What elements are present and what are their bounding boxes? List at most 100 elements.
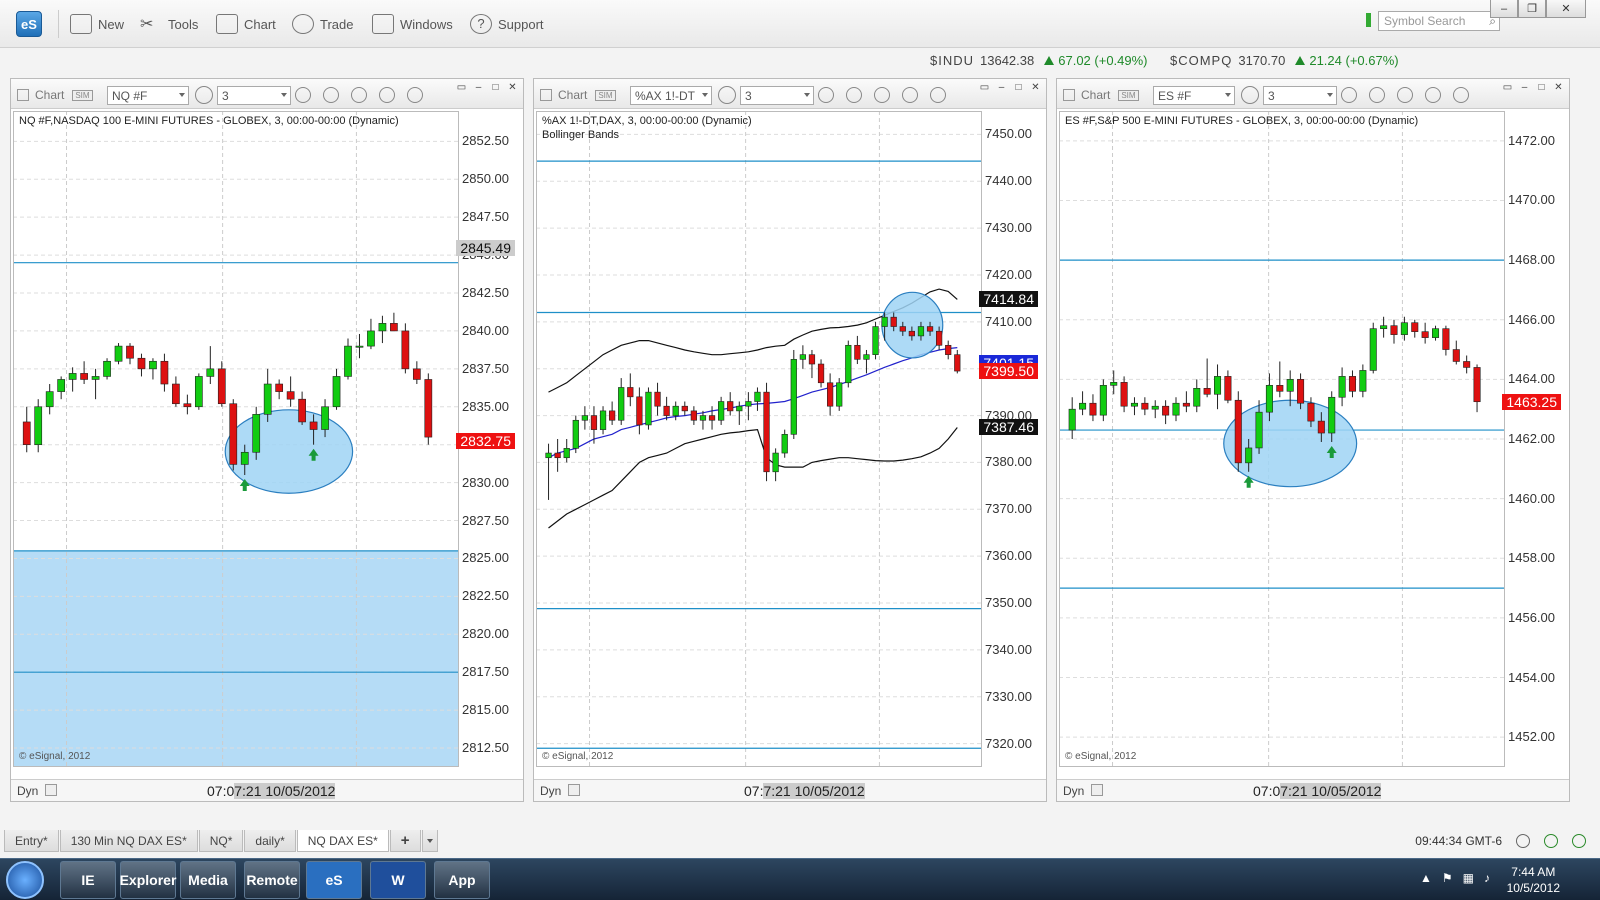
highlight-ellipse[interactable] <box>1223 399 1358 488</box>
play-icon[interactable] <box>1425 87 1441 103</box>
dynamic-toggle[interactable]: Dyn <box>17 784 38 798</box>
price-axis[interactable]: 2852.502850.002847.502845.002842.502840.… <box>456 111 517 767</box>
maximize-button[interactable]: ❐ <box>1518 0 1546 18</box>
interval-combo[interactable]: 3 <box>217 86 291 105</box>
dynamic-toggle[interactable]: Dyn <box>1063 784 1084 798</box>
clock-icon[interactable] <box>1341 87 1357 103</box>
candle <box>1411 319 1419 338</box>
price-axis[interactable]: 1472.00 1470.00 1468.00 1466.00 1464.00 1462.… <box>1502 111 1563 767</box>
windows-button[interactable]: Windows <box>372 12 453 36</box>
settings-icon[interactable] <box>718 86 736 104</box>
price-plot[interactable] <box>536 111 982 767</box>
candle-body <box>1442 328 1450 350</box>
tab-nq[interactable]: NQ* <box>198 830 244 852</box>
price-plot[interactable] <box>13 111 459 767</box>
interval-combo[interactable]: 3 <box>740 86 814 105</box>
tools-button[interactable]: ✂ Tools <box>140 12 198 36</box>
lock-icon[interactable] <box>1091 784 1103 796</box>
candle <box>545 443 552 500</box>
power-icon[interactable] <box>1572 834 1586 848</box>
tab-menu-button[interactable] <box>421 830 438 852</box>
taskbar-word[interactable]: W <box>370 861 426 899</box>
panel-close-button[interactable]: ✕ <box>1550 80 1567 94</box>
settings-icon[interactable] <box>1241 86 1259 104</box>
status-bar: 09:44:34 GMT-6 <box>1415 828 1600 854</box>
panel-link-icon[interactable]: ▭ <box>1499 80 1516 94</box>
network-icon[interactable]: ▦ <box>1463 871 1474 885</box>
study-icon[interactable] <box>1397 87 1413 103</box>
symbol-combo[interactable]: %AX 1!-DT <box>630 86 712 105</box>
ticker-indu[interactable]: $INDU 13642.38 67.02 (+0.49%) <box>930 50 1148 70</box>
taskbar-esignal[interactable]: eS <box>306 861 362 899</box>
pencil-icon[interactable] <box>323 87 339 103</box>
price-plot[interactable] <box>1059 111 1505 767</box>
candle-body <box>91 376 100 380</box>
panel-minimize-button[interactable]: – <box>993 80 1010 94</box>
minimize-button[interactable]: – <box>1490 0 1518 18</box>
price-tick-label: 1452.00 <box>1508 729 1555 745</box>
panel-close-button[interactable]: ✕ <box>504 80 521 94</box>
taskbar-explorer[interactable]: Explorer <box>120 861 176 899</box>
panel-minimize-button[interactable]: – <box>1516 80 1533 94</box>
taskbar-media[interactable]: Media <box>180 861 236 899</box>
tab-nq-dax-es[interactable]: NQ DAX ES* <box>296 830 389 852</box>
panel-maximize-button[interactable]: □ <box>487 80 504 94</box>
panel-link-icon[interactable]: ▭ <box>976 80 993 94</box>
volume-icon[interactable]: ♪ <box>1484 871 1490 885</box>
panel-maximize-button[interactable]: □ <box>1533 80 1550 94</box>
tab-130-min[interactable]: 130 Min NQ DAX ES* <box>59 830 198 852</box>
add-tab-button[interactable]: + <box>389 830 421 852</box>
panel-link-icon[interactable]: ▭ <box>453 80 470 94</box>
esignal-logo[interactable]: eS <box>16 11 42 37</box>
ticker-compq[interactable]: $COMPQ 3170.70 21.24 (+0.67%) <box>1170 50 1399 70</box>
price-axis[interactable]: 7450.007440.007430.007420.007410.007400.… <box>979 111 1040 767</box>
panel-close-button[interactable]: ✕ <box>1027 80 1044 94</box>
tab-entry[interactable]: Entry* <box>4 830 59 852</box>
trade-button[interactable]: Trade <box>292 12 353 36</box>
alert-icon[interactable] <box>1453 87 1469 103</box>
alert-icon[interactable] <box>407 87 423 103</box>
symbol-combo[interactable]: NQ #F <box>107 86 189 105</box>
candle-body <box>1193 388 1201 407</box>
play-icon[interactable] <box>379 87 395 103</box>
alert-icon[interactable] <box>930 87 946 103</box>
support-button[interactable]: ? Support <box>470 12 544 36</box>
taskbar-clock[interactable]: 7:44 AM 10/5/2012 <box>1507 864 1560 896</box>
clock-icon[interactable] <box>295 87 311 103</box>
candle-body <box>672 405 679 416</box>
symbol-search-input[interactable]: Symbol Search ⌕ <box>1378 11 1500 31</box>
panel-maximize-button[interactable]: □ <box>1010 80 1027 94</box>
refresh-icon[interactable] <box>1544 834 1558 848</box>
settings-icon[interactable] <box>195 86 213 104</box>
candle <box>91 368 100 400</box>
play-icon[interactable] <box>902 87 918 103</box>
clock-icon[interactable] <box>1516 834 1530 848</box>
panel-minimize-button[interactable]: – <box>470 80 487 94</box>
candle <box>1193 379 1201 413</box>
taskbar-app[interactable]: App <box>434 861 490 899</box>
lock-icon[interactable] <box>568 784 580 796</box>
candle-body <box>263 383 272 415</box>
close-button[interactable]: ✕ <box>1546 0 1586 18</box>
lock-icon[interactable] <box>45 784 57 796</box>
taskbar-ie[interactable]: IE <box>60 861 116 899</box>
chart-icon <box>216 14 238 34</box>
panel-window-controls: ▭ – □ ✕ <box>453 80 521 94</box>
interval-combo[interactable]: 3 <box>1263 86 1337 105</box>
chart-panel-header: Chart SIM ES #F 3 ▭ – □ ✕ <box>1057 79 1569 109</box>
chart-button[interactable]: Chart <box>216 12 276 36</box>
start-button[interactable] <box>6 861 44 899</box>
clock-icon[interactable] <box>818 87 834 103</box>
study-icon[interactable] <box>351 87 367 103</box>
new-button[interactable]: New <box>70 12 124 36</box>
dynamic-toggle[interactable]: Dyn <box>540 784 561 798</box>
flag-icon[interactable]: ⚑ <box>1442 871 1453 885</box>
study-icon[interactable] <box>874 87 890 103</box>
tab-daily[interactable]: daily* <box>244 830 296 852</box>
symbol-combo[interactable]: ES #F <box>1153 86 1235 105</box>
tray-arrow-icon[interactable]: ▲ <box>1420 871 1432 885</box>
pencil-icon[interactable] <box>1369 87 1385 103</box>
pencil-icon[interactable] <box>846 87 862 103</box>
taskbar-remote[interactable]: Remote <box>244 861 300 899</box>
candle <box>1442 325 1450 356</box>
